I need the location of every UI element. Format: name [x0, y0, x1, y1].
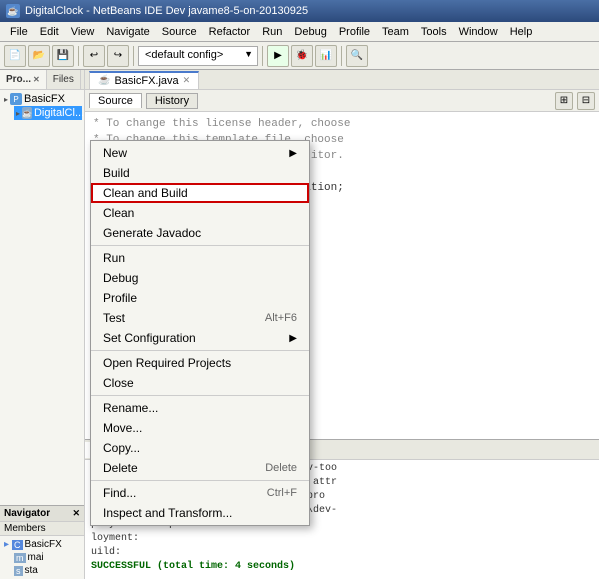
menu-tools[interactable]: Tools [415, 24, 453, 40]
menu-help[interactable]: Help [504, 24, 539, 40]
class-icon: C [12, 540, 23, 550]
java-file-icon: ☕ [98, 75, 110, 86]
redo-btn[interactable]: ↪ [107, 45, 129, 67]
output-line-6: loyment: [91, 532, 593, 546]
unfold-btn[interactable]: ⊟ [577, 92, 595, 110]
close-tab-icon[interactable]: ✕ [33, 75, 40, 84]
nav-item-start[interactable]: s sta [12, 564, 82, 577]
menu-view[interactable]: View [65, 24, 101, 40]
open-project-btn[interactable]: 📂 [28, 45, 50, 67]
left-panel: Pro... ✕ Files Services ▸ ▸ P BasicFX ▸ … [0, 70, 85, 579]
ctx-sep-3 [91, 395, 309, 396]
ctx-clean-and-build[interactable]: Clean and Build [91, 183, 309, 203]
output-line-8: uild: [91, 546, 593, 560]
ctx-generate-javadoc[interactable]: Generate Javadoc [91, 223, 309, 243]
menu-refactor[interactable]: Refactor [203, 24, 257, 40]
app-icon: ☕ [6, 4, 20, 18]
ctx-new[interactable]: New ▶ [91, 143, 309, 163]
title-bar: ☕ DigitalClock - NetBeans IDE Dev javame… [0, 0, 599, 22]
ctx-sep-2 [91, 350, 309, 351]
members-header: Members [0, 522, 84, 536]
ctx-find[interactable]: Find... Ctrl+F [91, 483, 309, 503]
menu-run[interactable]: Run [256, 24, 288, 40]
config-dropdown[interactable]: <default config> ▼ [138, 46, 258, 66]
tree-label-digitalclock: DigitalCl... [34, 107, 84, 119]
navigator-content: ▸ C BasicFX m mai s sta [0, 536, 84, 579]
ctx-sep-4 [91, 480, 309, 481]
ctx-delete[interactable]: Delete Delete [91, 458, 309, 478]
expand-icon: ▸ [4, 539, 9, 550]
method-icon: m [14, 553, 26, 563]
source-toolbar: Source History ⊞ ⊟ [85, 90, 599, 112]
menu-bar: File Edit View Navigate Source Refactor … [0, 22, 599, 42]
editor-tab-basicfx[interactable]: ☕ BasicFX.java ✕ [89, 71, 199, 89]
ctx-profile[interactable]: Profile [91, 288, 309, 308]
menu-file[interactable]: File [4, 24, 34, 40]
tree-expand-icon-2: ▸ [16, 109, 20, 118]
new-project-btn[interactable]: 📄 [4, 45, 26, 67]
tree-expand-icon: ▸ [4, 95, 8, 104]
menu-profile[interactable]: Profile [333, 24, 376, 40]
history-button[interactable]: History [146, 93, 198, 109]
ctx-rename[interactable]: Rename... [91, 398, 309, 418]
fold-btn[interactable]: ⊞ [555, 92, 573, 110]
project-icon: P [10, 93, 22, 105]
project-tree: ▸ P BasicFX ▸ ☕ DigitalCl... [0, 90, 84, 505]
navigator-menu-icon[interactable]: ✕ [72, 508, 80, 519]
dropdown-arrow-icon: ▼ [244, 49, 253, 59]
submenu-arrow-icon: ▶ [289, 148, 297, 159]
context-menu: New ▶ Build Clean and Build Clean Genera… [90, 140, 310, 526]
menu-navigate[interactable]: Navigate [100, 24, 155, 40]
code-line-1: * To change this license header, choose [93, 116, 591, 132]
ctx-open-required-projects[interactable]: Open Required Projects [91, 353, 309, 373]
navigator-header: Navigator ✕ [0, 506, 84, 522]
tab-projects[interactable]: Pro... ✕ [0, 70, 47, 89]
nav-item-basicfx[interactable]: ▸ C BasicFX [2, 538, 82, 551]
source-button[interactable]: Source [89, 93, 142, 108]
ctx-set-configuration[interactable]: Set Configuration ▶ [91, 328, 309, 348]
ctx-close[interactable]: Close [91, 373, 309, 393]
ctx-debug[interactable]: Debug [91, 268, 309, 288]
toolbar: 📄 📂 💾 ↩ ↪ <default config> ▼ ▶ 🐞 📊 🔍 [0, 42, 599, 70]
debug-btn[interactable]: 🐞 [291, 45, 313, 67]
menu-edit[interactable]: Edit [34, 24, 65, 40]
search-btn[interactable]: 🔍 [346, 45, 368, 67]
panel-tabs: Pro... ✕ Files Services ▸ [0, 70, 84, 90]
submenu-arrow-icon-2: ▶ [289, 333, 297, 344]
tab-close-icon[interactable]: ✕ [183, 75, 191, 86]
sep2 [133, 46, 134, 66]
output-line-success: SUCCESSFUL (total time: 4 seconds) [91, 560, 593, 574]
menu-debug[interactable]: Debug [288, 24, 332, 40]
ctx-inspect-transform[interactable]: Inspect and Transform... [91, 503, 309, 523]
file-icon: ☕ [22, 107, 32, 119]
title-text: DigitalClock - NetBeans IDE Dev javame8-… [25, 5, 308, 17]
ctx-clean[interactable]: Clean [91, 203, 309, 223]
tree-item-digitalclock[interactable]: ▸ ☕ DigitalCl... [14, 106, 82, 120]
ctx-build[interactable]: Build [91, 163, 309, 183]
undo-btn[interactable]: ↩ [83, 45, 105, 67]
sep1 [78, 46, 79, 66]
menu-window[interactable]: Window [453, 24, 504, 40]
sep4 [341, 46, 342, 66]
tab-files[interactable]: Files [47, 70, 81, 89]
tree-item-basicfx[interactable]: ▸ P BasicFX [2, 92, 82, 106]
editor-tabs: ☕ BasicFX.java ✕ [85, 70, 599, 90]
ctx-copy[interactable]: Copy... [91, 438, 309, 458]
nav-item-main[interactable]: m mai [12, 551, 82, 564]
run-btn[interactable]: ▶ [267, 45, 289, 67]
ctx-move[interactable]: Move... [91, 418, 309, 438]
sep3 [262, 46, 263, 66]
save-btn[interactable]: 💾 [52, 45, 74, 67]
ctx-test[interactable]: Test Alt+F6 [91, 308, 309, 328]
tree-label-basicfx: BasicFX [24, 93, 65, 105]
menu-team[interactable]: Team [376, 24, 415, 40]
ctx-sep-1 [91, 245, 309, 246]
ctx-run[interactable]: Run [91, 248, 309, 268]
menu-source[interactable]: Source [156, 24, 203, 40]
profile-btn[interactable]: 📊 [315, 45, 337, 67]
method-icon-2: s [14, 566, 23, 576]
